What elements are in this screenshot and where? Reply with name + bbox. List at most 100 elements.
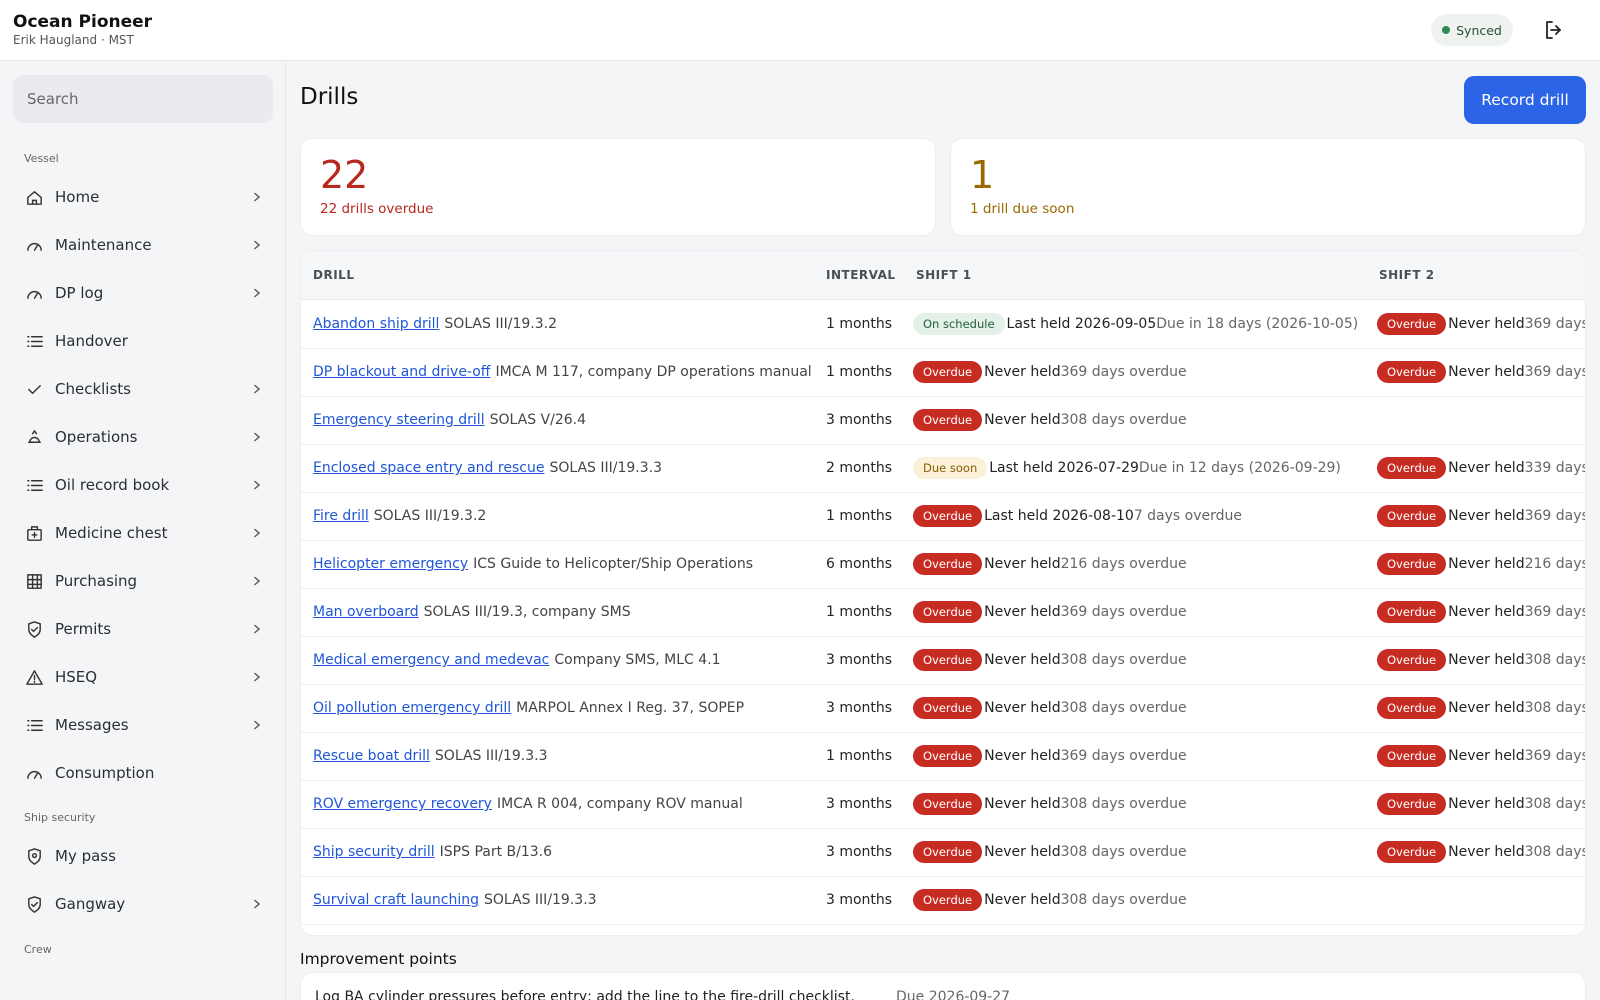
status-badge: Overdue — [1377, 745, 1447, 767]
improvement-points-title: Improvement points — [300, 950, 457, 968]
last-held-text: Never held — [1448, 316, 1525, 332]
status-badge: On schedule — [913, 313, 1005, 335]
drill-link[interactable]: Man overboard — [313, 604, 419, 620]
drill-link[interactable]: Abandon ship drill — [313, 316, 439, 332]
chevron-right-icon — [254, 192, 261, 202]
drill-cell: Oil pollution emergency drill MARPOL Anne… — [313, 684, 744, 732]
interval-cell: 1 months — [826, 748, 893, 764]
drill-link[interactable]: Helicopter emergency — [313, 556, 468, 572]
due-note-text: 308 days overdue — [1524, 796, 1586, 812]
list-icon — [27, 480, 43, 491]
sidebar-item-checklists[interactable]: Checklists — [13, 369, 273, 409]
sidebar-item-my-pass[interactable]: My pass — [13, 836, 273, 876]
chevron-right-icon — [254, 480, 261, 490]
drill-cell: Helicopter emergency ICS Guide to Helicop… — [313, 540, 753, 588]
status-badge: Overdue — [913, 361, 983, 383]
table-row: DP blackout and drive-off IMCA M 117, com… — [301, 348, 1585, 397]
sidebar: Vessel Ship security Crew Home Maintenanc… — [0, 61, 286, 1000]
drill-cell: Ship security drill ISPS Part B/13.6 — [313, 828, 552, 876]
sidebar-item-label: Messages — [55, 716, 129, 734]
logout-icon — [1546, 21, 1561, 39]
shield-check-icon — [28, 621, 41, 638]
due-note-text: 7 days overdue — [1133, 508, 1243, 524]
last-held-text: Never held — [984, 796, 1061, 812]
column-header-shift-2: SHIFT 2 — [1379, 268, 1435, 282]
drill-cell: Emergency steering drill SOLAS V/26.4 — [313, 396, 586, 444]
shield-check-icon — [28, 896, 41, 913]
drill-cell: Fire drill SOLAS III/19.3.2 — [313, 492, 486, 540]
chevron-right-icon — [254, 624, 261, 634]
due-soon-count: 1 — [970, 153, 995, 197]
chevron-right-icon — [254, 899, 261, 909]
due-note-text: 308 days overdue — [1524, 700, 1586, 716]
sidebar-item-consumption[interactable]: Consumption — [13, 753, 273, 793]
status-badge: Overdue — [1377, 793, 1447, 815]
last-held-text: Never held — [1448, 796, 1525, 812]
last-held-text: Never held — [1448, 604, 1525, 620]
sidebar-item-purchasing[interactable]: Purchasing — [13, 561, 273, 601]
overdue-count: 22 — [320, 153, 369, 197]
shift-2-cell: OverdueNever held216 days overdue — [1377, 540, 1585, 588]
shift-2-cell: OverdueNever held339 days overdue — [1377, 444, 1585, 492]
drills-table: DRILL INTERVAL SHIFT 1 SHIFT 2 Abandon s… — [300, 250, 1586, 936]
drill-link[interactable]: Fire drill — [313, 508, 369, 524]
drill-link[interactable]: Emergency steering drill — [313, 412, 485, 428]
home-icon — [27, 191, 42, 205]
status-badge: Overdue — [1377, 697, 1447, 719]
sidebar-item-oil-record-book[interactable]: Oil record book — [13, 465, 273, 505]
due-note-text: 308 days overdue — [1060, 892, 1187, 908]
sidebar-item-operations[interactable]: Operations — [13, 417, 273, 457]
drill-link[interactable]: Oil pollution emergency drill — [313, 700, 511, 716]
drill-link[interactable]: DP blackout and drive-off — [313, 364, 490, 380]
status-badge: Overdue — [913, 649, 983, 671]
sidebar-item-dp-log[interactable]: DP log — [13, 273, 273, 313]
due-note-text: 308 days overdue — [1060, 700, 1187, 716]
sidebar-item-hseq[interactable]: HSEQ — [13, 657, 273, 697]
improvement-point-due: Due 2026-09-27 — [896, 989, 1011, 1000]
sidebar-item-label: Checklists — [55, 380, 131, 398]
drill-link[interactable]: Survival craft launching — [313, 892, 479, 908]
sidebar-item-maintenance[interactable]: Maintenance — [13, 225, 273, 265]
gauge-icon — [27, 290, 42, 299]
drill-link[interactable]: ROV emergency recovery — [313, 796, 492, 812]
vessel-name: Ocean Pioneer — [13, 12, 153, 32]
drill-link[interactable]: Rescue boat drill — [313, 748, 430, 764]
sidebar-item-medicine-chest[interactable]: Medicine chest — [13, 513, 273, 553]
last-held-text: Never held — [1448, 700, 1525, 716]
sidebar-item-home[interactable]: Home — [13, 177, 273, 217]
table-row: Medical emergency and medevac Company SMS… — [301, 636, 1585, 685]
due-note-text: 308 days overdue — [1060, 796, 1187, 812]
last-held-text: Never held — [984, 604, 1061, 620]
chevron-right-icon — [254, 384, 261, 394]
record-drill-button[interactable]: Record drill — [1464, 76, 1586, 124]
drill-reference: SOLAS III/19.3.3 — [549, 460, 663, 476]
interval-cell: 1 months — [826, 604, 893, 620]
last-held-text: Never held — [984, 844, 1061, 860]
sidebar-item-gangway[interactable]: Gangway — [13, 884, 273, 924]
status-badge: Overdue — [913, 553, 983, 575]
due-note-text: Due in 12 days (2026-09-29) — [1138, 460, 1341, 476]
sidebar-item-label: Operations — [55, 428, 138, 446]
sidebar-item-messages[interactable]: Messages — [13, 705, 273, 745]
sidebar-item-permits[interactable]: Permits — [13, 609, 273, 649]
logout-button[interactable] — [1542, 18, 1566, 42]
drill-link[interactable]: Enclosed space entry and rescue — [313, 460, 544, 476]
drill-reference: ICS Guide to Helicopter/Ship Operations — [473, 556, 754, 572]
shift-2-cell: OverdueNever held308 days overdue — [1377, 780, 1586, 828]
section-label-crew: Crew — [24, 943, 52, 956]
interval-cell: 3 months — [826, 892, 893, 908]
drill-link[interactable]: Medical emergency and medevac — [313, 652, 549, 668]
drill-cell: DP blackout and drive-off IMCA M 117, com… — [313, 348, 812, 396]
table-row: Rescue boat drill SOLAS III/19.3.3 1 month… — [301, 732, 1585, 781]
sidebar-item-label: Oil record book — [55, 476, 170, 494]
drill-link[interactable]: Ship security drill — [313, 844, 435, 860]
drill-reference: MARPOL Annex I Reg. 37, SOPEP — [516, 700, 745, 716]
drill-reference: SOLAS III/19.3.2 — [444, 316, 557, 332]
stat-card-overdue: 22 22 drills overdue — [300, 138, 936, 236]
search-input[interactable] — [13, 75, 273, 123]
interval-cell: 2 months — [826, 460, 893, 476]
gauge-icon — [27, 242, 42, 251]
sidebar-item-handover[interactable]: Handover — [13, 321, 273, 361]
interval-cell: 3 months — [826, 652, 893, 668]
due-note-text: 308 days overdue — [1524, 844, 1586, 860]
